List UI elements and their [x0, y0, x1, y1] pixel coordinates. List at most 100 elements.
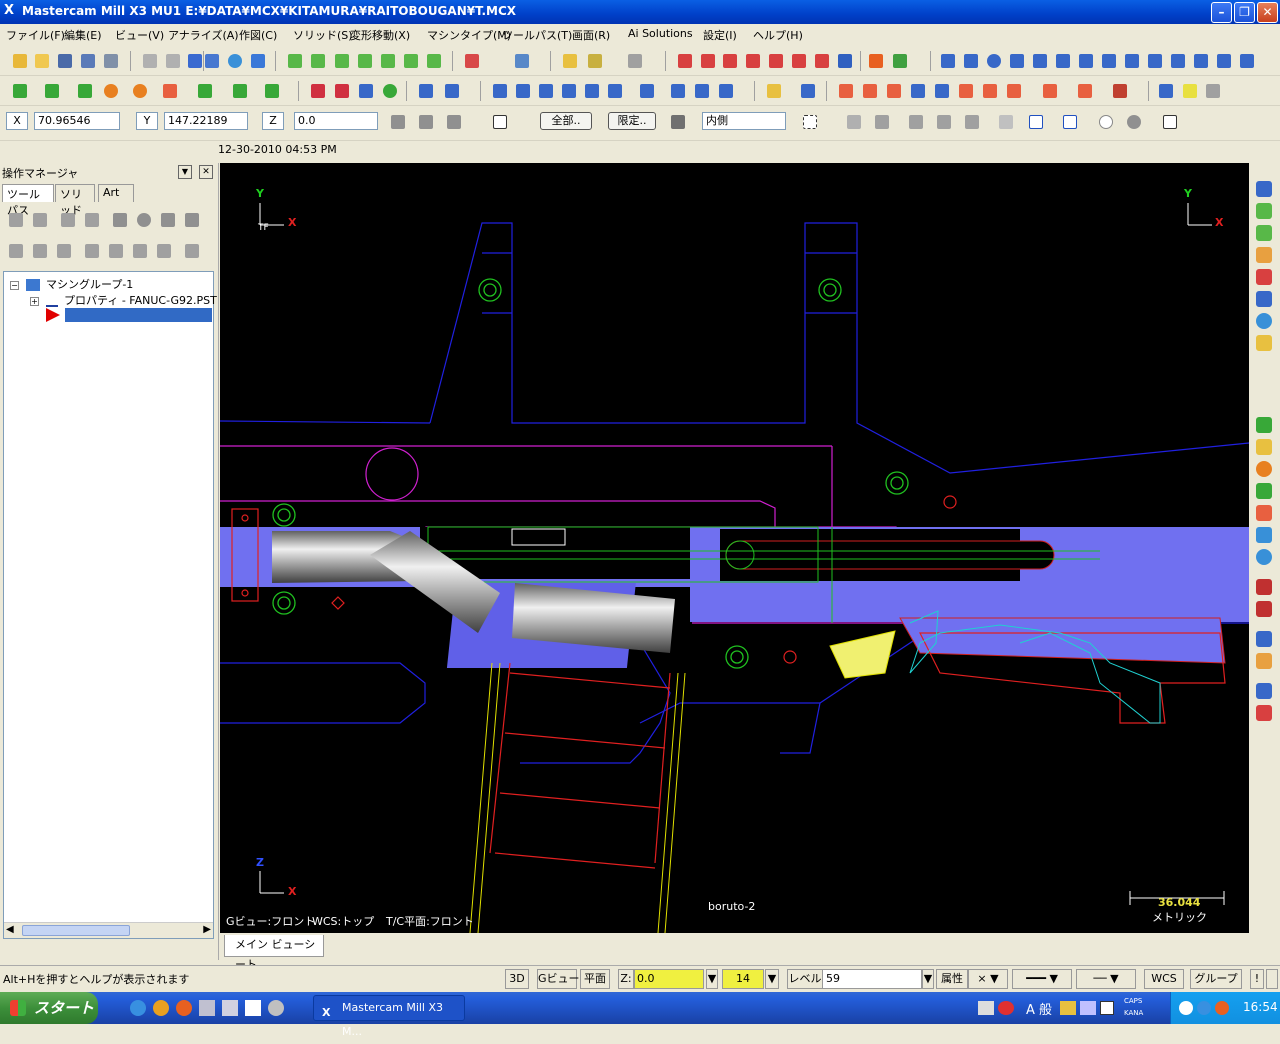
wireframe-icon[interactable] — [512, 51, 532, 71]
clear-selection-icon[interactable] — [1096, 112, 1116, 132]
start-button[interactable]: スタート — [0, 992, 98, 1024]
cube-view-3-icon[interactable] — [332, 51, 352, 71]
menu-screen[interactable]: 画面(R) — [572, 27, 610, 43]
post-icon[interactable] — [158, 210, 178, 230]
gear-icon[interactable] — [248, 51, 268, 71]
toolpath-7-icon[interactable] — [1076, 51, 1096, 71]
z-depth-input[interactable]: 0.0 — [634, 969, 704, 989]
keyboard-icon[interactable] — [978, 1001, 994, 1015]
xform-9-icon[interactable] — [637, 81, 657, 101]
app-3-icon[interactable] — [268, 1000, 284, 1016]
shading-icon[interactable] — [462, 51, 482, 71]
select-body-icon[interactable] — [962, 112, 982, 132]
print-icon[interactable] — [101, 51, 121, 71]
expand-plus-icon[interactable]: + — [30, 297, 39, 306]
xform-11-icon[interactable] — [692, 81, 712, 101]
menu-edit[interactable]: 編集(E) — [64, 27, 102, 43]
solid-8-icon[interactable] — [1004, 81, 1024, 101]
xform-1-icon[interactable] — [416, 81, 436, 101]
analyze-1-icon[interactable] — [675, 51, 695, 71]
opmgr-menu-button[interactable]: ▼ — [178, 165, 192, 179]
backplot-icon[interactable] — [110, 210, 130, 230]
verify-ops-icon[interactable] — [134, 210, 154, 230]
line-style-select[interactable]: ━━━ ▼ — [1012, 969, 1072, 989]
mru-13-icon[interactable] — [1256, 505, 1272, 521]
toolpath-9-icon[interactable] — [1122, 51, 1142, 71]
xform-7-icon[interactable] — [582, 81, 602, 101]
circle-select-icon[interactable] — [1124, 112, 1144, 132]
mru-6-icon[interactable] — [1256, 291, 1272, 307]
analyze-8-icon[interactable] — [835, 51, 855, 71]
line-icon[interactable] — [42, 81, 62, 101]
solid-7-icon[interactable] — [980, 81, 1000, 101]
solid-11-icon[interactable] — [1110, 81, 1130, 101]
status-extra-2[interactable] — [1266, 969, 1278, 989]
solid-2-icon[interactable] — [860, 81, 880, 101]
mru-17-icon[interactable] — [1256, 601, 1272, 617]
level-input[interactable]: 59 — [822, 969, 922, 989]
gview-button[interactable]: Gビュー — [537, 969, 580, 989]
xform-2-icon[interactable] — [442, 81, 462, 101]
toolpath-13-icon[interactable] — [1214, 51, 1234, 71]
trim-icon[interactable] — [308, 81, 328, 101]
xform-4-icon[interactable] — [513, 81, 533, 101]
menu-settings[interactable]: 設定(I) — [703, 27, 737, 43]
mru-10-icon[interactable] — [1256, 439, 1272, 455]
plane-button[interactable]: 平面 — [580, 969, 610, 989]
dimension-icon[interactable] — [798, 81, 818, 101]
chrome-icon[interactable] — [153, 1000, 169, 1016]
select-face-icon[interactable] — [906, 112, 926, 132]
analyze-4-icon[interactable] — [743, 51, 763, 71]
pencil-icon[interactable] — [560, 51, 580, 71]
circle-icon[interactable] — [101, 81, 121, 101]
save-as-icon[interactable] — [78, 51, 98, 71]
wand-icon[interactable] — [625, 51, 645, 71]
z-dropdown-icon[interactable]: ▼ — [706, 969, 718, 989]
chamfer-icon[interactable] — [230, 81, 250, 101]
mru-7-icon[interactable] — [1256, 313, 1272, 329]
analyze-6-icon[interactable] — [789, 51, 809, 71]
insert-arrow-icon[interactable] — [130, 241, 150, 261]
minimize-button[interactable]: – — [1211, 2, 1232, 23]
toggle-highlight-icon[interactable] — [1180, 81, 1200, 101]
break-icon[interactable] — [332, 81, 352, 101]
solid-10-icon[interactable] — [1075, 81, 1095, 101]
expand-minus-icon[interactable]: − — [10, 281, 19, 290]
taskbar-mastercam-button[interactable]: X Mastercam Mill X3 M... — [313, 995, 465, 1038]
menu-xform[interactable]: 変形移動(X) — [350, 27, 410, 43]
menu-machine-type[interactable]: マシンタイプ(M) — [427, 27, 511, 43]
color-button[interactable]: 14 — [722, 969, 764, 989]
select-arrow-icon[interactable] — [844, 112, 864, 132]
mru-8-icon[interactable] — [1256, 335, 1272, 351]
menu-file[interactable]: ファイル(F) — [6, 27, 65, 43]
lock-ops-icon[interactable] — [6, 241, 26, 261]
ie-icon[interactable] — [130, 1000, 146, 1016]
ime-dict-icon[interactable] — [1080, 1001, 1096, 1015]
measure-icon[interactable] — [202, 51, 222, 71]
ime-tool-icon[interactable] — [1060, 1001, 1076, 1015]
spline-icon[interactable] — [262, 81, 282, 101]
cube-select-icon[interactable] — [444, 112, 464, 132]
tray-app-2-icon[interactable] — [1215, 1001, 1229, 1015]
xform-8-icon[interactable] — [605, 81, 625, 101]
select-edge-icon[interactable] — [934, 112, 954, 132]
status-extra-1[interactable]: ! — [1250, 969, 1264, 989]
mru-11-icon[interactable] — [1256, 461, 1272, 477]
mru-19-icon[interactable] — [1256, 653, 1272, 669]
y-coord-input[interactable]: 147.22189 — [164, 112, 248, 130]
y-coord-label[interactable]: Y — [136, 112, 158, 130]
close-button[interactable]: ✕ — [1257, 2, 1278, 23]
only-show-icon[interactable] — [182, 241, 202, 261]
undo-icon[interactable] — [140, 51, 160, 71]
toolpath-1-icon[interactable] — [938, 51, 958, 71]
analyze-3-icon[interactable] — [720, 51, 740, 71]
globe-icon[interactable] — [225, 51, 245, 71]
fillet-icon[interactable] — [195, 81, 215, 101]
solid-6-icon[interactable] — [956, 81, 976, 101]
mru-4-icon[interactable] — [1256, 247, 1272, 263]
tab-art[interactable]: Art — [98, 184, 134, 202]
select-solid-icon[interactable] — [872, 112, 892, 132]
tree-horizontal-scrollbar[interactable]: ◀ ▶ — [4, 922, 213, 938]
tray-app-1-icon[interactable] — [1197, 1001, 1211, 1015]
redo-icon[interactable] — [163, 51, 183, 71]
